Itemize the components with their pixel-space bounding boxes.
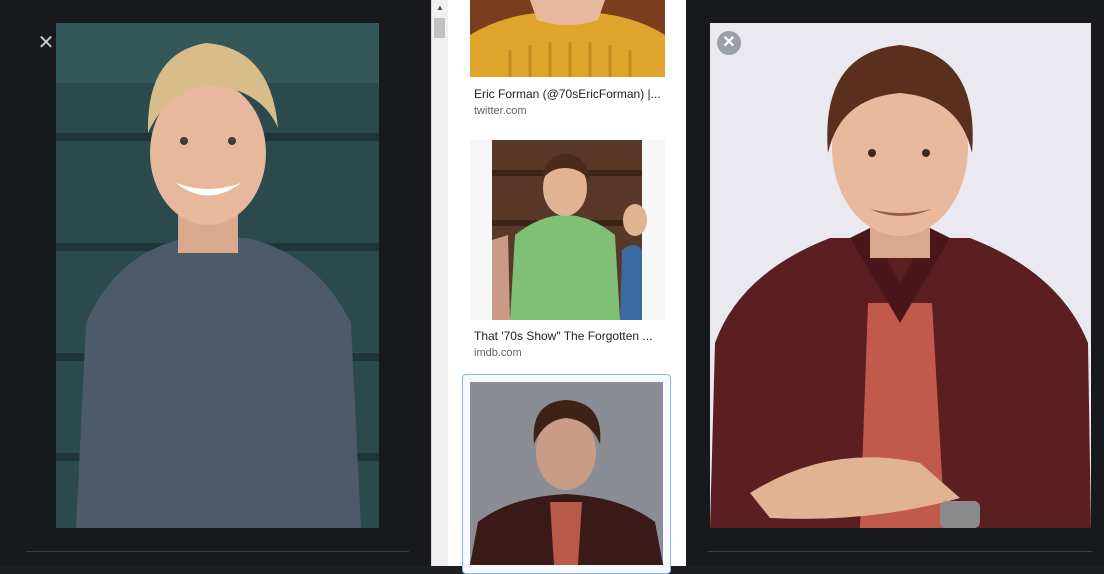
result-domain: twitter.com <box>474 105 527 117</box>
result-item[interactable]: Eric Forman (@70sEricForman) |... twitte… <box>448 0 686 125</box>
preview-image-right[interactable] <box>710 23 1091 528</box>
result-title[interactable]: That '70s Show" The Forgotten ... <box>474 329 652 343</box>
result-item-selected[interactable] <box>462 374 671 574</box>
result-thumbnail[interactable] <box>470 140 665 320</box>
result-thumbnail[interactable] <box>470 0 665 77</box>
result-thumbnail[interactable] <box>470 382 663 565</box>
scroll-up-icon[interactable]: ▲ <box>432 0 448 16</box>
divider <box>26 551 409 552</box>
preview-image-left[interactable] <box>56 23 379 528</box>
result-title[interactable]: Eric Forman (@70sEricForman) |... <box>474 87 661 101</box>
result-domain: imdb.com <box>474 347 522 359</box>
results-column: Eric Forman (@70sEricForman) |... twitte… <box>448 0 686 574</box>
scroll-thumb[interactable] <box>434 18 445 38</box>
close-icon[interactable]: ✕ <box>36 33 56 53</box>
result-item[interactable]: That '70s Show" The Forgotten ... imdb.c… <box>448 140 686 365</box>
left-preview-panel: ✕ <box>0 0 431 566</box>
divider <box>708 551 1092 552</box>
right-preview-panel: ✕ <box>686 0 1104 566</box>
close-icon[interactable]: ✕ <box>717 31 741 55</box>
results-scrollbar[interactable]: ▲ <box>431 0 448 566</box>
